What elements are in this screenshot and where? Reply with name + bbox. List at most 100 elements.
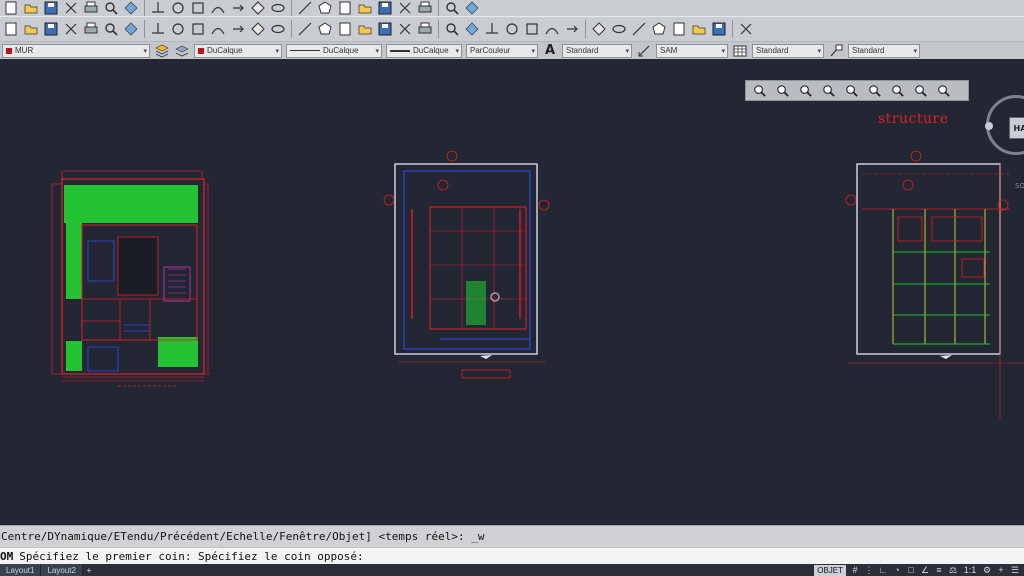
calculator-icon[interactable] (463, 0, 481, 16)
join-icon[interactable] (249, 20, 267, 38)
designcenter-icon[interactable] (376, 0, 394, 16)
saveas-icon[interactable] (62, 0, 80, 16)
move-icon[interactable] (102, 20, 120, 38)
zoom-object-icon[interactable] (841, 82, 862, 99)
xline-icon[interactable] (356, 20, 374, 38)
properties-icon[interactable] (356, 0, 374, 16)
hatch-icon[interactable] (630, 20, 648, 38)
plus-icon[interactable]: + (996, 565, 1006, 575)
settings-icon[interactable]: ⚙ (982, 565, 992, 575)
color-dropdown[interactable]: DuCalque ▾ (194, 43, 282, 58)
lineweight-dropdown[interactable]: DuCalque ▾ (386, 43, 462, 58)
gradient-icon[interactable] (650, 20, 668, 38)
mleader-style-dropdown[interactable]: Standard ▾ (848, 43, 920, 58)
layer-dropdown[interactable]: MUR ▾ (2, 43, 150, 58)
cut-icon[interactable] (149, 0, 167, 16)
region-icon[interactable] (670, 20, 688, 38)
text-style-dropdown[interactable]: Standard ▾ (562, 43, 632, 58)
command-prompt[interactable]: OM Spécifiez le premier coin: Spécifiez … (0, 547, 1024, 564)
publish-icon[interactable] (122, 0, 140, 16)
ortho-icon[interactable]: ∟ (878, 565, 888, 575)
ellipse-icon[interactable] (523, 20, 541, 38)
offset-icon[interactable] (62, 20, 80, 38)
viewcube-face[interactable]: HA (1009, 117, 1024, 139)
zoom-previous-icon[interactable] (336, 0, 354, 16)
paste-icon[interactable] (189, 0, 207, 16)
layer-stack-icon[interactable] (154, 43, 170, 59)
scale-label[interactable]: 1:1 (962, 565, 978, 575)
grid-icon[interactable]: # (850, 565, 860, 575)
toolpalette-icon[interactable] (396, 0, 414, 16)
table-icon[interactable] (690, 20, 708, 38)
plot-icon[interactable] (82, 0, 100, 16)
make-block-icon[interactable] (590, 20, 608, 38)
preview-icon[interactable] (102, 0, 120, 16)
new-icon[interactable] (2, 0, 20, 16)
open-icon[interactable] (22, 0, 40, 16)
copy-icon[interactable] (169, 0, 187, 16)
scale-icon[interactable] (149, 20, 167, 38)
layout-tab-2[interactable]: Layout2 (41, 564, 83, 576)
mtext-icon[interactable] (710, 20, 728, 38)
annotation-icon[interactable]: ⚖ (948, 565, 958, 575)
ellipse-arc-icon[interactable] (543, 20, 561, 38)
break-icon[interactable] (229, 20, 247, 38)
chamfer-icon[interactable] (269, 20, 287, 38)
zoom-all-icon[interactable] (910, 82, 931, 99)
table-style-icon[interactable] (732, 43, 748, 59)
extend-icon[interactable] (209, 20, 227, 38)
mirror-icon[interactable] (42, 20, 60, 38)
lineweight-icon[interactable]: ≡ (934, 565, 944, 575)
zoom-scale-icon[interactable] (795, 82, 816, 99)
markup-icon[interactable] (443, 0, 461, 16)
zoom-realtime-icon[interactable] (296, 0, 314, 16)
circle-icon[interactable] (463, 20, 481, 38)
snap-icon[interactable]: ⋮ (864, 565, 874, 575)
revcloud-icon[interactable] (483, 20, 501, 38)
rotate-icon[interactable] (122, 20, 140, 38)
zoom-dynamic-icon[interactable] (772, 82, 793, 99)
zoom-in-icon[interactable] (864, 82, 885, 99)
dim-style-icon[interactable] (636, 43, 652, 59)
trim-icon[interactable] (189, 20, 207, 38)
array-icon[interactable] (82, 20, 100, 38)
zoom-window-icon[interactable] (316, 0, 334, 16)
plotstyle-dropdown[interactable]: ParCouleur ▾ (466, 43, 538, 58)
copy-object-icon[interactable] (22, 20, 40, 38)
erase-icon[interactable] (2, 20, 20, 38)
undo-icon[interactable] (229, 0, 247, 16)
polar-icon[interactable]: ◔ (892, 565, 902, 575)
sheetset-icon[interactable] (416, 0, 434, 16)
viewcube-compass-knob[interactable] (985, 122, 993, 130)
layer-previous-icon[interactable] (174, 43, 190, 59)
linetype-dropdown[interactable]: DuCalque ▾ (286, 43, 382, 58)
drawing-canvas[interactable]: structure HA SO (0, 59, 1024, 525)
redo-icon[interactable] (249, 0, 267, 16)
zoom-center-icon[interactable] (818, 82, 839, 99)
add-layout-button[interactable]: + (83, 566, 95, 575)
fillet-icon[interactable] (296, 20, 314, 38)
table-style-dropdown[interactable]: Standard ▾ (752, 43, 824, 58)
line-icon[interactable] (336, 20, 354, 38)
point-icon[interactable] (610, 20, 628, 38)
spline-icon[interactable] (503, 20, 521, 38)
arc-icon[interactable] (443, 20, 461, 38)
zoom-out-icon[interactable] (887, 82, 908, 99)
osnap-icon[interactable]: □ (906, 565, 916, 575)
layout-tab-1[interactable]: Layout1 (0, 564, 42, 576)
save-icon[interactable] (42, 0, 60, 16)
text-style-icon[interactable]: A (542, 43, 558, 59)
add-selected-icon[interactable] (737, 20, 755, 38)
explode-icon[interactable] (316, 20, 334, 38)
otrack-icon[interactable]: ∠ (920, 565, 930, 575)
stretch-icon[interactable] (169, 20, 187, 38)
menu-icon[interactable]: ☰ (1010, 565, 1020, 575)
rectangle-icon[interactable] (416, 20, 434, 38)
insert-block-icon[interactable] (563, 20, 581, 38)
zoom-extents-icon[interactable] (933, 82, 954, 99)
model-space-toggle[interactable]: OBJET (814, 564, 846, 576)
matchprop-icon[interactable] (209, 0, 227, 16)
dim-style-dropdown[interactable]: SAM ▾ (656, 43, 728, 58)
polygon-icon[interactable] (396, 20, 414, 38)
mleader-style-icon[interactable] (828, 43, 844, 59)
